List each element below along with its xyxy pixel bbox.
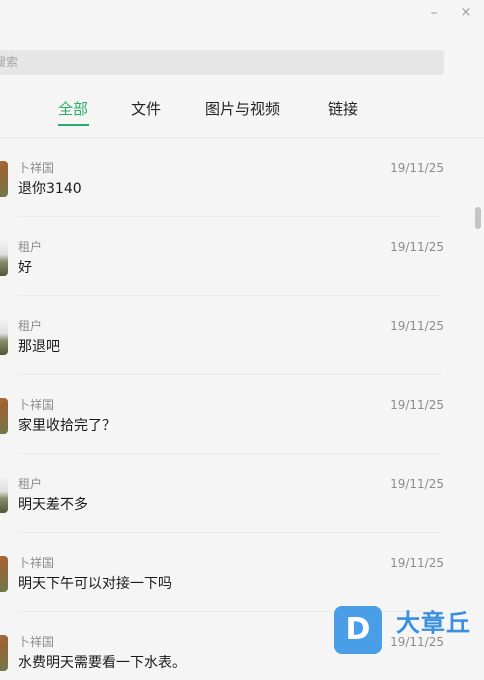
message-date: 19/11/25 [390, 240, 444, 254]
message-text: 水费明天需要看一下水表。 [18, 655, 186, 671]
tab-links[interactable]: 链接 [328, 98, 358, 120]
message-list: 卜祥国 19/11/25 退你3140 租户 19/11/25 好 租户 19/… [0, 138, 484, 680]
message-date: 19/11/25 [390, 319, 444, 333]
message-text: 那退吧 [18, 339, 60, 355]
message-date: 19/11/25 [390, 398, 444, 412]
category-tabs: 全部 文件 图片与视频 链接 [0, 98, 484, 128]
avatar[interactable] [0, 319, 8, 355]
message-text: 明天下午可以对接一下吗 [18, 576, 172, 592]
sender-name: 卜祥国 [18, 556, 55, 570]
sender-name: 租户 [18, 240, 43, 254]
tab-photos-videos[interactable]: 图片与视频 [205, 98, 280, 120]
message-date: 19/11/25 [390, 556, 444, 570]
message-item[interactable]: 卜祥国 19/11/25 明天下午可以对接一下吗 [0, 533, 484, 612]
title-bar: – × [0, 0, 484, 32]
sender-name: 租户 [18, 319, 43, 333]
active-tab-indicator [58, 124, 89, 126]
message-text: 明天差不多 [18, 497, 88, 513]
minimize-button[interactable]: – [423, 4, 445, 22]
sender-name: 租户 [18, 477, 43, 491]
sender-name: 卜祥国 [18, 635, 55, 649]
avatar[interactable] [0, 161, 8, 197]
watermark-logo-icon: D [334, 606, 382, 654]
message-item[interactable]: 卜祥国 19/11/25 退你3140 [0, 138, 484, 217]
message-item[interactable]: 租户 19/11/25 那退吧 [0, 296, 484, 375]
avatar[interactable] [0, 240, 8, 276]
watermark: D 大章丘 [334, 606, 484, 656]
message-date: 19/11/25 [390, 477, 444, 491]
avatar[interactable] [0, 556, 8, 592]
chat-history-window: – × 搜索 全部 文件 图片与视频 链接 卜祥国 19/11/25 退你314… [0, 0, 484, 680]
search-placeholder: 搜索 [0, 55, 19, 69]
close-button[interactable]: × [455, 4, 477, 22]
message-date: 19/11/25 [390, 161, 444, 175]
message-text: 好 [18, 260, 32, 276]
scrollbar-thumb[interactable] [475, 207, 481, 229]
watermark-text: 大章丘 [396, 609, 471, 637]
message-text: 家里收拾完了？ [18, 418, 116, 434]
avatar[interactable] [0, 398, 8, 434]
avatar[interactable] [0, 477, 8, 513]
tab-files[interactable]: 文件 [131, 98, 161, 120]
sender-name: 卜祥国 [18, 161, 55, 175]
search-input[interactable]: 搜索 [0, 50, 444, 75]
message-text: 退你3140 [18, 181, 82, 197]
sender-name: 卜祥国 [18, 398, 55, 412]
message-item[interactable]: 租户 19/11/25 明天差不多 [0, 454, 484, 533]
avatar[interactable] [0, 635, 8, 671]
message-item[interactable]: 卜祥国 19/11/25 家里收拾完了？ [0, 375, 484, 454]
message-item[interactable]: 租户 19/11/25 好 [0, 217, 484, 296]
tab-all[interactable]: 全部 [58, 98, 88, 120]
